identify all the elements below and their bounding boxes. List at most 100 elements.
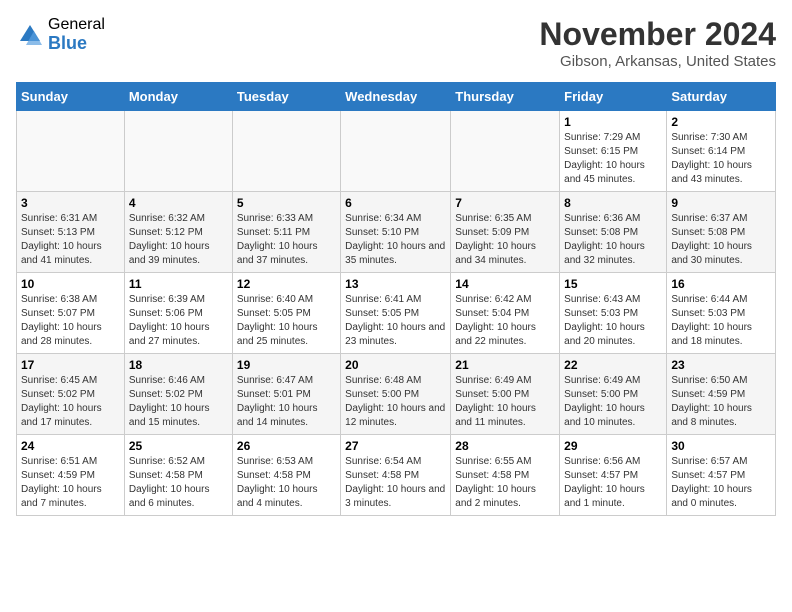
logo-text: General Blue bbox=[48, 16, 105, 53]
calendar-cell: 27Sunrise: 6:54 AMSunset: 4:58 PMDayligh… bbox=[341, 435, 451, 516]
day-info: Sunrise: 6:49 AMSunset: 5:00 PMDaylight:… bbox=[455, 374, 555, 430]
calendar-cell: 22 Sunrise: 6:49 AMSunset: 5:00 PMDayligh… bbox=[560, 354, 667, 435]
day-info: Sunrise: 6:52 AMSunset: 4:58 PMDaylight:… bbox=[129, 455, 228, 511]
weekday-header: Monday bbox=[124, 83, 232, 111]
calendar-cell: 21 Sunrise: 6:49 AMSunset: 5:00 PMDayligh… bbox=[451, 354, 560, 435]
day-number: 15 bbox=[564, 277, 662, 291]
logo: General Blue bbox=[16, 16, 105, 53]
day-info: Sunrise: 7:29 AMSunset: 6:15 PMDaylight:… bbox=[564, 131, 662, 187]
calendar-table: SundayMondayTuesdayWednesdayThursdayFrid… bbox=[16, 82, 776, 516]
day-number: 12 bbox=[237, 277, 336, 291]
weekday-header: Thursday bbox=[451, 83, 560, 111]
month-title: November 2024 bbox=[539, 16, 776, 53]
day-number: 1 bbox=[564, 115, 662, 129]
calendar-cell bbox=[124, 111, 232, 192]
calendar-cell bbox=[232, 111, 340, 192]
calendar-cell: 4Sunrise: 6:32 AMSunset: 5:12 PMDaylight… bbox=[124, 192, 232, 273]
day-number: 13 bbox=[345, 277, 446, 291]
day-info: Sunrise: 6:45 AMSunset: 5:02 PMDaylight:… bbox=[21, 374, 120, 430]
calendar-cell: 13 Sunrise: 6:41 AMSunset: 5:05 PMDayligh… bbox=[341, 273, 451, 354]
day-info: Sunrise: 6:42 AMSunset: 5:04 PMDaylight:… bbox=[455, 293, 555, 349]
calendar-cell: 15Sunrise: 6:43 AMSunset: 5:03 PMDayligh… bbox=[560, 273, 667, 354]
calendar-cell: 14 Sunrise: 6:42 AMSunset: 5:04 PMDayligh… bbox=[451, 273, 560, 354]
logo-general: General bbox=[48, 16, 105, 34]
calendar-cell: 24Sunrise: 6:51 AMSunset: 4:59 PMDayligh… bbox=[17, 435, 125, 516]
day-info: Sunrise: 6:41 AMSunset: 5:05 PMDaylight:… bbox=[345, 293, 446, 349]
day-number: 14 bbox=[455, 277, 555, 291]
weekday-header: Wednesday bbox=[341, 83, 451, 111]
weekday-header: Sunday bbox=[17, 83, 125, 111]
day-info: Sunrise: 6:53 AMSunset: 4:58 PMDaylight:… bbox=[237, 455, 336, 511]
day-number: 28 bbox=[455, 439, 555, 453]
calendar-week-row: 1 Sunrise: 7:29 AMSunset: 6:15 PMDaylight… bbox=[17, 111, 776, 192]
page-header: General Blue November 2024 Gibson, Arkan… bbox=[16, 16, 776, 70]
day-number: 16 bbox=[671, 277, 771, 291]
weekday-header: Saturday bbox=[667, 83, 776, 111]
day-number: 7 bbox=[455, 196, 555, 210]
calendar-cell: 23 Sunrise: 6:50 AMSunset: 4:59 PMDayligh… bbox=[667, 354, 776, 435]
calendar-cell: 19 Sunrise: 6:47 AMSunset: 5:01 PMDayligh… bbox=[232, 354, 340, 435]
calendar-cell: 25 Sunrise: 6:52 AMSunset: 4:58 PMDayligh… bbox=[124, 435, 232, 516]
day-info: Sunrise: 6:37 AMSunset: 5:08 PMDaylight:… bbox=[671, 212, 771, 268]
day-info: Sunrise: 7:30 AMSunset: 6:14 PMDaylight:… bbox=[671, 131, 771, 187]
calendar-cell: 18Sunrise: 6:46 AMSunset: 5:02 PMDayligh… bbox=[124, 354, 232, 435]
calendar-cell: 6 Sunrise: 6:34 AMSunset: 5:10 PMDaylight… bbox=[341, 192, 451, 273]
logo-blue: Blue bbox=[48, 34, 105, 54]
calendar-header: SundayMondayTuesdayWednesdayThursdayFrid… bbox=[17, 83, 776, 111]
calendar-cell: 3 Sunrise: 6:31 AMSunset: 5:13 PMDaylight… bbox=[17, 192, 125, 273]
day-info: Sunrise: 6:55 AMSunset: 4:58 PMDaylight:… bbox=[455, 455, 555, 511]
day-info: Sunrise: 6:40 AMSunset: 5:05 PMDaylight:… bbox=[237, 293, 336, 349]
day-number: 27 bbox=[345, 439, 446, 453]
calendar-cell: 8Sunrise: 6:36 AMSunset: 5:08 PMDaylight… bbox=[560, 192, 667, 273]
day-info: Sunrise: 6:44 AMSunset: 5:03 PMDaylight:… bbox=[671, 293, 771, 349]
calendar-cell bbox=[341, 111, 451, 192]
day-number: 9 bbox=[671, 196, 771, 210]
location: Gibson, Arkansas, United States bbox=[539, 53, 776, 70]
day-info: Sunrise: 6:50 AMSunset: 4:59 PMDaylight:… bbox=[671, 374, 771, 430]
calendar-week-row: 24Sunrise: 6:51 AMSunset: 4:59 PMDayligh… bbox=[17, 435, 776, 516]
day-info: Sunrise: 6:57 AMSunset: 4:57 PMDaylight:… bbox=[671, 455, 771, 511]
day-info: Sunrise: 6:36 AMSunset: 5:08 PMDaylight:… bbox=[564, 212, 662, 268]
day-info: Sunrise: 6:34 AMSunset: 5:10 PMDaylight:… bbox=[345, 212, 446, 268]
day-number: 5 bbox=[237, 196, 336, 210]
calendar-cell: 26Sunrise: 6:53 AMSunset: 4:58 PMDayligh… bbox=[232, 435, 340, 516]
calendar-cell: 7 Sunrise: 6:35 AMSunset: 5:09 PMDaylight… bbox=[451, 192, 560, 273]
day-number: 30 bbox=[671, 439, 771, 453]
day-number: 23 bbox=[671, 358, 771, 372]
calendar-cell: 29Sunrise: 6:56 AMSunset: 4:57 PMDayligh… bbox=[560, 435, 667, 516]
day-number: 21 bbox=[455, 358, 555, 372]
day-number: 18 bbox=[129, 358, 228, 372]
calendar-cell bbox=[451, 111, 560, 192]
calendar-cell: 17 Sunrise: 6:45 AMSunset: 5:02 PMDayligh… bbox=[17, 354, 125, 435]
day-number: 2 bbox=[671, 115, 771, 129]
calendar-week-row: 17 Sunrise: 6:45 AMSunset: 5:02 PMDayligh… bbox=[17, 354, 776, 435]
calendar-cell: 12 Sunrise: 6:40 AMSunset: 5:05 PMDayligh… bbox=[232, 273, 340, 354]
calendar-cell: 5Sunrise: 6:33 AMSunset: 5:11 PMDaylight… bbox=[232, 192, 340, 273]
day-info: Sunrise: 6:32 AMSunset: 5:12 PMDaylight:… bbox=[129, 212, 228, 268]
day-number: 24 bbox=[21, 439, 120, 453]
day-number: 3 bbox=[21, 196, 120, 210]
day-number: 17 bbox=[21, 358, 120, 372]
day-info: Sunrise: 6:35 AMSunset: 5:09 PMDaylight:… bbox=[455, 212, 555, 268]
day-number: 19 bbox=[237, 358, 336, 372]
calendar-week-row: 10Sunrise: 6:38 AMSunset: 5:07 PMDayligh… bbox=[17, 273, 776, 354]
day-info: Sunrise: 6:48 AMSunset: 5:00 PMDaylight:… bbox=[345, 374, 446, 430]
day-number: 6 bbox=[345, 196, 446, 210]
calendar-cell: 30 Sunrise: 6:57 AMSunset: 4:57 PMDayligh… bbox=[667, 435, 776, 516]
calendar-cell bbox=[17, 111, 125, 192]
calendar-cell: 1 Sunrise: 7:29 AMSunset: 6:15 PMDaylight… bbox=[560, 111, 667, 192]
day-number: 22 bbox=[564, 358, 662, 372]
day-info: Sunrise: 6:49 AMSunset: 5:00 PMDaylight:… bbox=[564, 374, 662, 430]
calendar-cell: 9 Sunrise: 6:37 AMSunset: 5:08 PMDaylight… bbox=[667, 192, 776, 273]
day-number: 10 bbox=[21, 277, 120, 291]
day-info: Sunrise: 6:56 AMSunset: 4:57 PMDaylight:… bbox=[564, 455, 662, 511]
day-info: Sunrise: 6:39 AMSunset: 5:06 PMDaylight:… bbox=[129, 293, 228, 349]
day-number: 25 bbox=[129, 439, 228, 453]
calendar-cell: 2 Sunrise: 7:30 AMSunset: 6:14 PMDaylight… bbox=[667, 111, 776, 192]
calendar-cell: 20Sunrise: 6:48 AMSunset: 5:00 PMDayligh… bbox=[341, 354, 451, 435]
day-info: Sunrise: 6:47 AMSunset: 5:01 PMDaylight:… bbox=[237, 374, 336, 430]
weekday-header: Friday bbox=[560, 83, 667, 111]
day-info: Sunrise: 6:31 AMSunset: 5:13 PMDaylight:… bbox=[21, 212, 120, 268]
weekday-header: Tuesday bbox=[232, 83, 340, 111]
calendar-cell: 28 Sunrise: 6:55 AMSunset: 4:58 PMDayligh… bbox=[451, 435, 560, 516]
